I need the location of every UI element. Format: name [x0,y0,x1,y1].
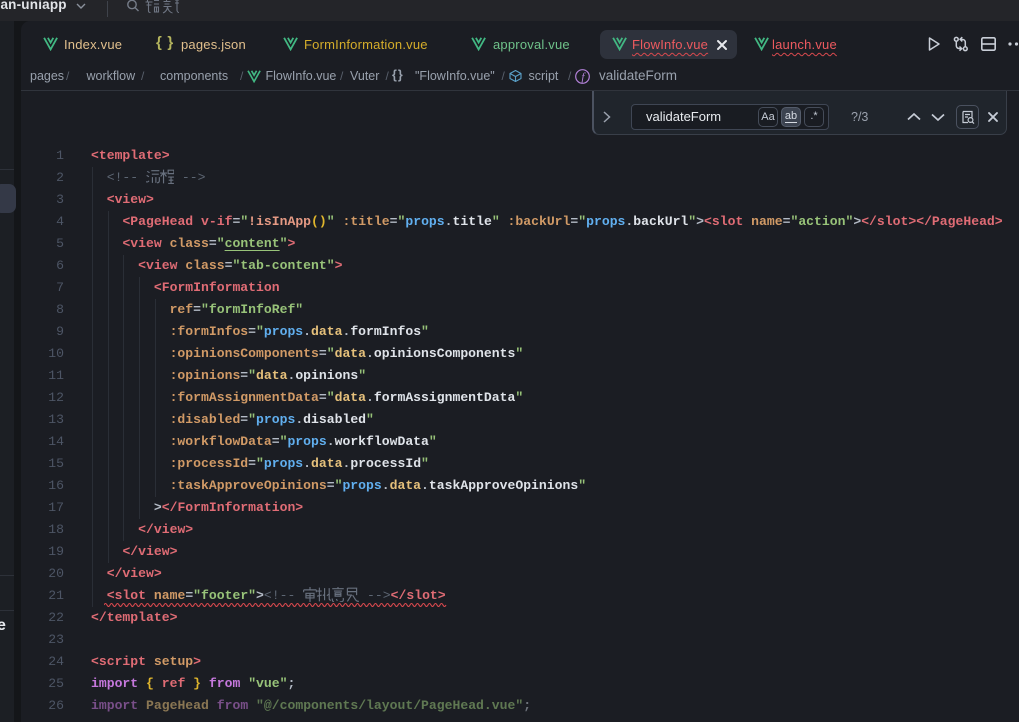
svg-text:f: f [581,72,586,84]
